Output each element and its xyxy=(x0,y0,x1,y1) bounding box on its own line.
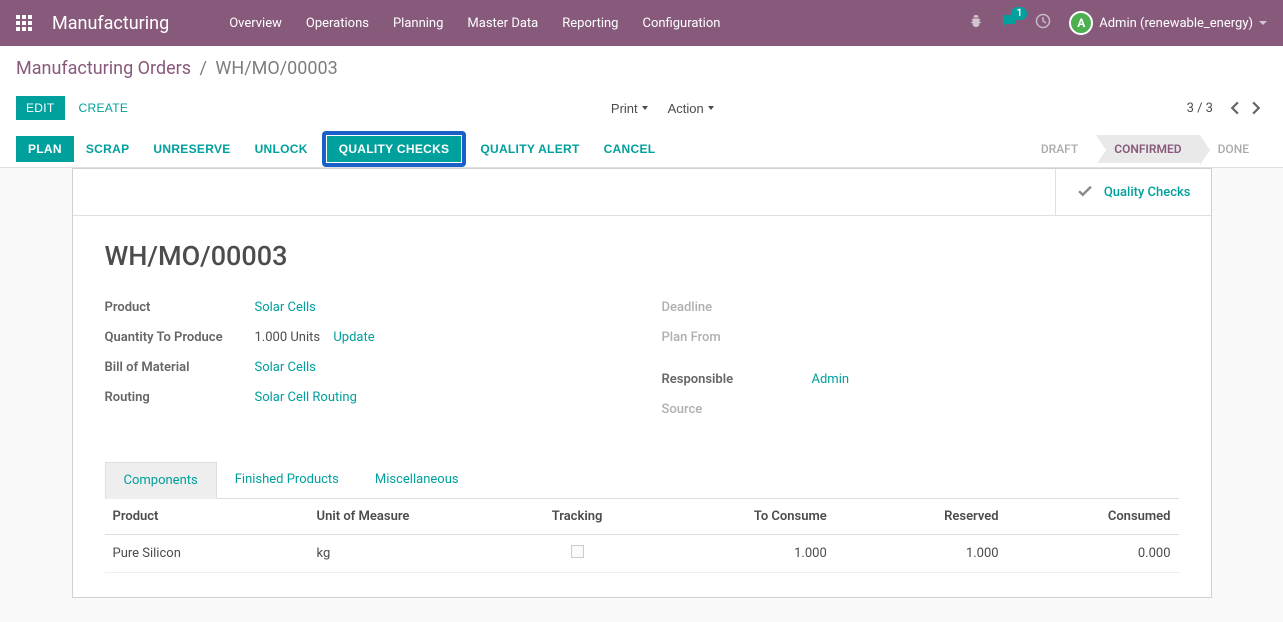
value-bom[interactable]: Solar Cells xyxy=(255,360,316,375)
col-uom[interactable]: Unit of Measure xyxy=(309,499,513,535)
form-sheet: Quality Checks WH/MO/00003 Product Solar… xyxy=(72,168,1212,598)
print-label: Print xyxy=(611,101,638,116)
nav-master-data[interactable]: Master Data xyxy=(457,10,548,37)
action-label: Action xyxy=(668,101,704,116)
record-title: WH/MO/00003 xyxy=(105,240,1179,272)
chevron-down-icon xyxy=(642,106,648,110)
pager-prev[interactable] xyxy=(1223,97,1245,119)
top-nav: Manufacturing Overview Operations Planni… xyxy=(0,0,1283,46)
quality-checks-highlight: QUALITY CHECKS xyxy=(322,131,467,167)
action-dropdown[interactable]: Action xyxy=(660,96,722,121)
control-panel: Manufacturing Orders / WH/MO/00003 EDIT … xyxy=(0,46,1283,168)
col-reserved[interactable]: Reserved xyxy=(835,499,1007,535)
value-product[interactable]: Solar Cells xyxy=(255,300,316,315)
status-done[interactable]: DONE xyxy=(1200,135,1267,163)
nav-configuration[interactable]: Configuration xyxy=(632,10,730,37)
col-consumed[interactable]: Consumed xyxy=(1007,499,1179,535)
label-qty: Quantity To Produce xyxy=(105,330,255,345)
tabs: Components Finished Products Miscellaneo… xyxy=(105,462,1179,499)
chevron-down-icon xyxy=(708,106,714,110)
nav-operations[interactable]: Operations xyxy=(296,10,379,37)
label-source: Source xyxy=(662,402,812,417)
print-dropdown[interactable]: Print xyxy=(603,96,656,121)
chat-badge: 1 xyxy=(1011,7,1027,20)
breadcrumb-current: WH/MO/00003 xyxy=(215,58,337,79)
clock-icon[interactable] xyxy=(1035,13,1051,33)
pager-next[interactable] xyxy=(1245,97,1267,119)
edit-button[interactable]: EDIT xyxy=(16,96,65,120)
label-bom: Bill of Material xyxy=(105,360,255,375)
breadcrumb-root[interactable]: Manufacturing Orders xyxy=(16,58,191,79)
label-plan-from: Plan From xyxy=(662,330,812,345)
status-draft[interactable]: DRAFT xyxy=(1023,135,1096,163)
col-product[interactable]: Product xyxy=(105,499,309,535)
table-row[interactable]: Pure Silicon kg 1.000 1.000 0.000 xyxy=(105,535,1179,573)
quality-alert-button[interactable]: QUALITY ALERT xyxy=(468,136,591,162)
cell-reserved: 1.000 xyxy=(835,535,1007,573)
stat-quality-checks[interactable]: Quality Checks xyxy=(1055,169,1211,215)
status-bar: DRAFT CONFIRMED DONE xyxy=(1023,135,1267,163)
value-qty: 1.000 Units xyxy=(255,330,321,345)
breadcrumb: Manufacturing Orders / WH/MO/00003 xyxy=(16,58,1267,79)
nav-planning[interactable]: Planning xyxy=(383,10,453,37)
col-to-consume[interactable]: To Consume xyxy=(641,499,834,535)
user-menu[interactable]: A Admin (renewable_energy) xyxy=(1069,11,1267,35)
cell-tracking xyxy=(513,535,642,573)
label-routing: Routing xyxy=(105,390,255,405)
create-button[interactable]: CREATE xyxy=(69,96,139,120)
update-qty-button[interactable]: Update xyxy=(333,330,374,345)
stat-buttons: Quality Checks xyxy=(73,169,1211,216)
cell-to-consume: 1.000 xyxy=(641,535,834,573)
nav-menu: Overview Operations Planning Master Data… xyxy=(219,10,969,37)
status-confirmed[interactable]: CONFIRMED xyxy=(1096,135,1199,163)
label-product: Product xyxy=(105,300,255,315)
components-table: Product Unit of Measure Tracking To Cons… xyxy=(105,499,1179,573)
nav-right: 1 A Admin (renewable_energy) xyxy=(969,11,1267,35)
tab-miscellaneous[interactable]: Miscellaneous xyxy=(357,462,477,498)
value-routing[interactable]: Solar Cell Routing xyxy=(255,390,357,405)
label-responsible: Responsible xyxy=(662,372,812,387)
col-tracking[interactable]: Tracking xyxy=(513,499,642,535)
chevron-down-icon xyxy=(1259,21,1267,25)
avatar: A xyxy=(1069,11,1093,35)
unlock-button[interactable]: UNLOCK xyxy=(243,136,320,162)
check-icon xyxy=(1076,183,1094,201)
stat-quality-checks-label: Quality Checks xyxy=(1104,185,1191,200)
tab-components[interactable]: Components xyxy=(105,462,217,499)
tab-finished-products[interactable]: Finished Products xyxy=(217,462,357,498)
cell-product: Pure Silicon xyxy=(105,535,309,573)
tracking-checkbox[interactable] xyxy=(571,545,584,558)
app-title[interactable]: Manufacturing xyxy=(52,13,169,34)
quality-checks-button[interactable]: QUALITY CHECKS xyxy=(327,136,462,162)
chat-icon[interactable]: 1 xyxy=(1001,13,1017,33)
cell-uom: kg xyxy=(309,535,513,573)
label-deadline: Deadline xyxy=(662,300,812,315)
scrap-button[interactable]: SCRAP xyxy=(74,136,142,162)
pager-count[interactable]: 3 / 3 xyxy=(1187,101,1213,116)
nav-overview[interactable]: Overview xyxy=(219,10,292,37)
cancel-button[interactable]: CANCEL xyxy=(592,136,668,162)
form-sheet-bg: Quality Checks WH/MO/00003 Product Solar… xyxy=(0,168,1283,622)
bug-icon[interactable] xyxy=(969,14,983,32)
unreserve-button[interactable]: UNRESERVE xyxy=(141,136,242,162)
nav-reporting[interactable]: Reporting xyxy=(552,10,628,37)
apps-icon[interactable] xyxy=(16,15,32,31)
cell-consumed: 0.000 xyxy=(1007,535,1179,573)
user-name: Admin (renewable_energy) xyxy=(1099,16,1253,31)
plan-button[interactable]: PLAN xyxy=(16,136,74,162)
value-responsible[interactable]: Admin xyxy=(812,372,850,387)
breadcrumb-separator: / xyxy=(200,58,207,79)
